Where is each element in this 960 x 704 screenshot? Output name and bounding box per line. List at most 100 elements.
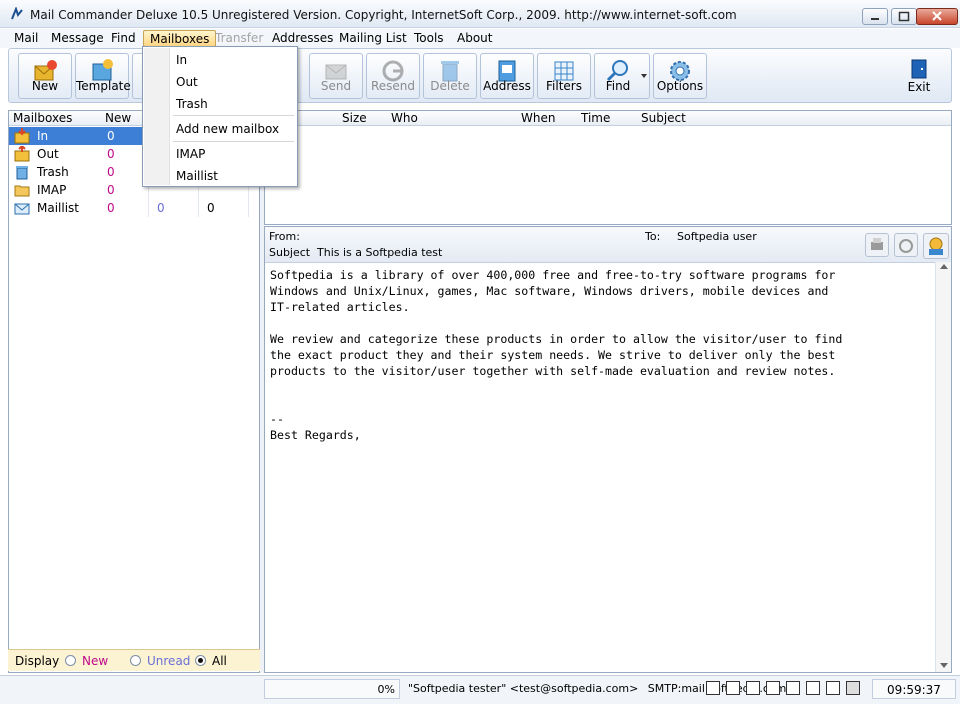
col-new[interactable]: New xyxy=(105,111,131,125)
radio-new-label[interactable]: New xyxy=(82,654,108,668)
message-preview: From: To: Softpedia user Subject This is… xyxy=(264,226,952,673)
menu-item-out[interactable]: Out xyxy=(176,75,198,89)
find-label: Find xyxy=(605,79,631,93)
minimize-icon xyxy=(871,18,879,20)
col-size[interactable]: Size xyxy=(342,111,367,125)
chevron-down-icon[interactable] xyxy=(641,74,647,78)
col-time[interactable]: Time xyxy=(581,111,610,125)
filters-button[interactable]: Filters xyxy=(537,53,591,99)
from-label: From: xyxy=(269,230,300,243)
mailbox-name: In xyxy=(37,129,49,143)
layout-icon[interactable] xyxy=(826,681,840,695)
mailbox-new-count: 0 xyxy=(107,147,115,161)
exit-label: Exit xyxy=(907,80,931,94)
menu-item-maillist[interactable]: Maillist xyxy=(176,169,218,183)
user-icon xyxy=(929,237,943,255)
status-account: "Softpedia tester" <test@softpedia.com> … xyxy=(404,679,786,699)
menu-item-trash[interactable]: Trash xyxy=(176,97,208,111)
radio-unread-label[interactable]: Unread xyxy=(147,654,190,668)
menu-item-add-new-mailbox[interactable]: Add new mailbox xyxy=(176,122,279,136)
exit-door-icon xyxy=(911,59,927,79)
mailbox-new-count: 0 xyxy=(107,165,115,179)
window-title: Mail Commander Deluxe 10.5 Unregistered … xyxy=(30,8,737,22)
menu-transfer[interactable]: Transfer xyxy=(209,30,269,47)
menu-addresses[interactable]: Addresses xyxy=(266,30,339,47)
scroll-down-icon[interactable] xyxy=(940,663,948,668)
sender-button[interactable] xyxy=(923,233,949,259)
col-mailboxes[interactable]: Mailboxes xyxy=(13,111,72,125)
mailbox-name: IMAP xyxy=(37,183,67,197)
layout-icon[interactable] xyxy=(806,681,820,695)
menu-find[interactable]: Find xyxy=(105,30,142,47)
menu-item-in[interactable]: In xyxy=(176,53,187,67)
layout-icon[interactable] xyxy=(766,681,780,695)
status-clock: 09:59:37 xyxy=(872,679,956,699)
address-label: Address xyxy=(483,79,531,93)
attachment-button[interactable] xyxy=(894,233,918,257)
mailbox-new-count: 0 xyxy=(107,201,115,215)
message-body: Softpedia is a library of over 400,000 f… xyxy=(270,268,843,442)
delete-button[interactable]: Delete xyxy=(423,53,477,99)
layout-icon[interactable] xyxy=(726,681,740,695)
options-label: Options xyxy=(656,79,704,93)
preview-scrollbar[interactable] xyxy=(935,262,951,672)
col-subject[interactable]: Subject xyxy=(641,111,686,125)
menu-mailing-list[interactable]: Mailing List xyxy=(333,30,413,47)
display-label: Display xyxy=(15,654,60,668)
radio-unread[interactable] xyxy=(130,655,141,666)
exit-button[interactable]: Exit xyxy=(889,53,949,99)
status-progress: 0% xyxy=(264,679,400,699)
address-button[interactable]: Address xyxy=(480,53,534,99)
mailbox-row-maillist[interactable]: Maillist 0 0 0 xyxy=(9,199,249,217)
folder-icon xyxy=(14,185,30,197)
template-label: Template xyxy=(76,79,131,93)
menu-mailboxes[interactable]: Mailboxes xyxy=(143,30,217,47)
menu-gutter xyxy=(144,48,170,185)
filters-label: Filters xyxy=(546,79,582,93)
options-button[interactable]: Options xyxy=(653,53,707,99)
mailbox-new-count: 0 xyxy=(107,129,115,143)
menu-item-imap[interactable]: IMAP xyxy=(176,147,205,161)
close-button[interactable] xyxy=(916,8,958,25)
horizontal-splitter[interactable] xyxy=(265,221,951,225)
delete-label: Delete xyxy=(430,79,470,93)
send-label: Send xyxy=(320,79,352,93)
layout-icon[interactable] xyxy=(786,681,800,695)
maximize-button[interactable] xyxy=(891,8,917,25)
col-who[interactable]: Who xyxy=(391,111,418,125)
mailbox-name: Trash xyxy=(37,165,69,179)
find-button[interactable]: Find xyxy=(594,53,650,99)
preview-header: From: To: Softpedia user Subject This is… xyxy=(265,227,951,263)
send-button[interactable]: Send xyxy=(309,53,363,99)
save-icon[interactable] xyxy=(846,681,860,695)
new-button[interactable]: New xyxy=(18,53,72,99)
radio-new[interactable] xyxy=(65,655,76,666)
menu-tools[interactable]: Tools xyxy=(408,30,450,47)
print-button[interactable] xyxy=(865,233,889,257)
subject-value: This is a Softpedia test xyxy=(317,246,443,259)
resend-button[interactable]: Resend xyxy=(366,53,420,99)
minimize-button[interactable] xyxy=(862,8,888,25)
title-bar[interactable]: Mail Commander Deluxe 10.5 Unregistered … xyxy=(0,0,960,28)
mailbox-panel: Mailboxes New In 0 Out 0 Trash 0 IMAP 0 … xyxy=(8,110,260,673)
menu-separator xyxy=(173,115,294,116)
menu-message[interactable]: Message xyxy=(45,30,110,47)
mailbox-total-count: 0 xyxy=(207,201,215,215)
radio-all[interactable] xyxy=(195,655,206,666)
new-label: New xyxy=(31,79,59,93)
layout-icon[interactable] xyxy=(706,681,720,695)
printer-icon xyxy=(871,238,883,250)
layout-icon[interactable] xyxy=(746,681,760,695)
radio-all-label[interactable]: All xyxy=(212,654,227,668)
to-value: Softpedia user xyxy=(677,230,757,243)
display-filter-bar: Display New Unread All xyxy=(8,649,260,671)
menu-mail[interactable]: Mail xyxy=(8,30,44,47)
maillist-icon xyxy=(14,203,30,215)
maximize-icon xyxy=(898,11,910,22)
template-button[interactable]: Template xyxy=(75,53,131,99)
mailbox-name: Maillist xyxy=(37,201,79,215)
col-when[interactable]: When xyxy=(521,111,555,125)
subject-label: Subject xyxy=(269,246,311,259)
menu-about[interactable]: About xyxy=(451,30,498,47)
scroll-up-icon[interactable] xyxy=(940,264,948,269)
